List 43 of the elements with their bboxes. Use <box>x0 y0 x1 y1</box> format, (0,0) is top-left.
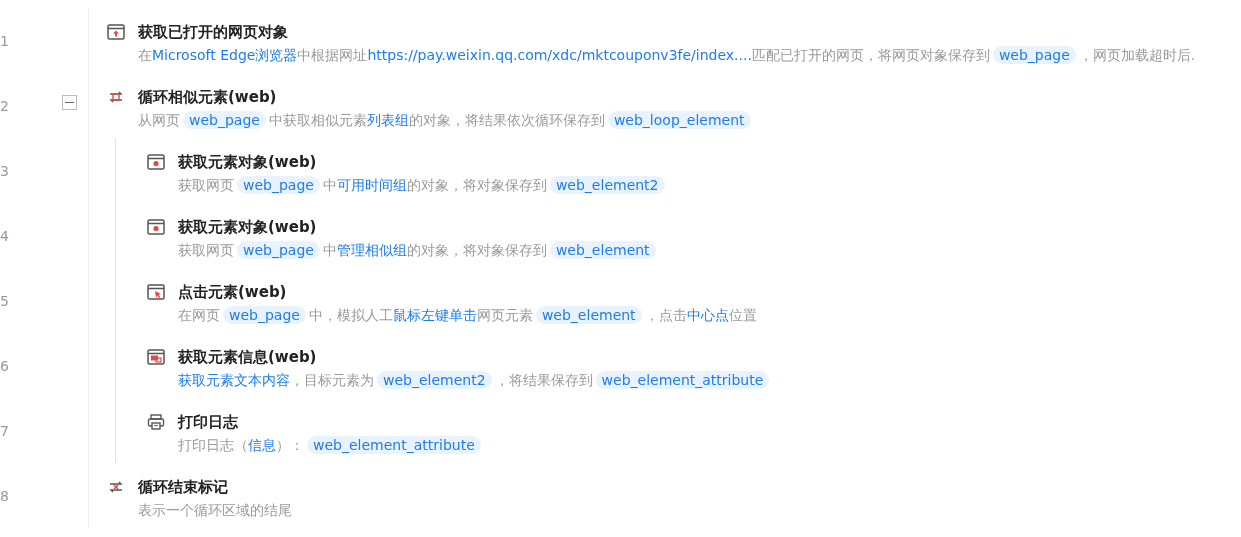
variable-tag: web_page <box>223 306 306 324</box>
step-title: 循环相似元素(web) <box>138 87 278 107</box>
variable-tag: web_element_attribute <box>595 371 770 389</box>
step-title: 点击元素(web) <box>178 282 288 302</box>
printer-icon <box>147 414 165 430</box>
variable-tag: web_element2 <box>377 371 492 389</box>
variable-tag: web_page <box>183 111 266 129</box>
step-description: 从网页 web_page 中获取相似元素列表组的对象，将结果依次循环保存到 web_loop_element <box>138 108 754 132</box>
collapse-button[interactable] <box>62 95 77 110</box>
step-description: 获取元素文本内容，目标元素为 web_element2 ，将结果保存到 web_element_attribute <box>178 368 773 392</box>
line-number: 5 <box>0 292 9 309</box>
step-title: 获取已打开的网页对象 <box>138 22 289 42</box>
variable-tag: web_element <box>535 306 642 324</box>
variable-tag: web_element2 <box>549 176 665 194</box>
variable-tag: web_element_attribute <box>307 436 481 454</box>
line-number: 4 <box>0 227 9 244</box>
step-title: 获取元素对象(web) <box>178 217 318 237</box>
variable-tag: web_page <box>237 176 320 194</box>
step-title: 获取元素信息(web) <box>178 347 318 367</box>
line-number: 3 <box>0 162 9 179</box>
step-title: 获取元素对象(web) <box>178 152 318 172</box>
line-number: 6 <box>0 357 9 374</box>
variable-tag: web_page <box>237 241 320 259</box>
line-number: 2 <box>0 97 9 114</box>
step-description: 在网页 web_page 中，模拟人工鼠标左键单击网页元素 web_element ，点击中心点位置 <box>178 305 757 326</box>
step-title: 循环结束标记 <box>138 477 229 497</box>
variable-tag: web_page <box>992 46 1076 64</box>
step-description: 打印日志（信息）： web_element_attribute <box>178 433 484 457</box>
line-number: 8 <box>0 487 9 504</box>
step-description: 表示一个循环区域的结尾 <box>138 501 292 520</box>
loop-arrows-icon <box>107 89 125 105</box>
line-number: 1 <box>0 32 9 49</box>
browser-upload-icon <box>107 24 125 40</box>
step-description: 获取网页 web_page 中可用时间组的对象，将对象保存到 web_element2 <box>178 173 668 197</box>
step-title: 打印日志 <box>178 412 239 432</box>
variable-tag: web_element <box>549 241 656 259</box>
step-description: 获取网页 web_page 中管理相似组的对象，将对象保存到 web_element <box>178 238 659 262</box>
browser-monitor-icon <box>147 349 165 365</box>
step-description: 在Microsoft Edge浏览器中根据网址https://pay.weixin.qq.com/xdc/mktcouponv3fe/index....匹配已打开的网页，将网页对象保存到 web_page ，网页加载超时后. <box>138 45 1196 66</box>
loop-cross-icon <box>107 479 125 495</box>
browser-cursor-icon <box>147 284 165 300</box>
line-number: 7 <box>0 422 9 439</box>
variable-tag: web_loop_element <box>607 111 751 129</box>
